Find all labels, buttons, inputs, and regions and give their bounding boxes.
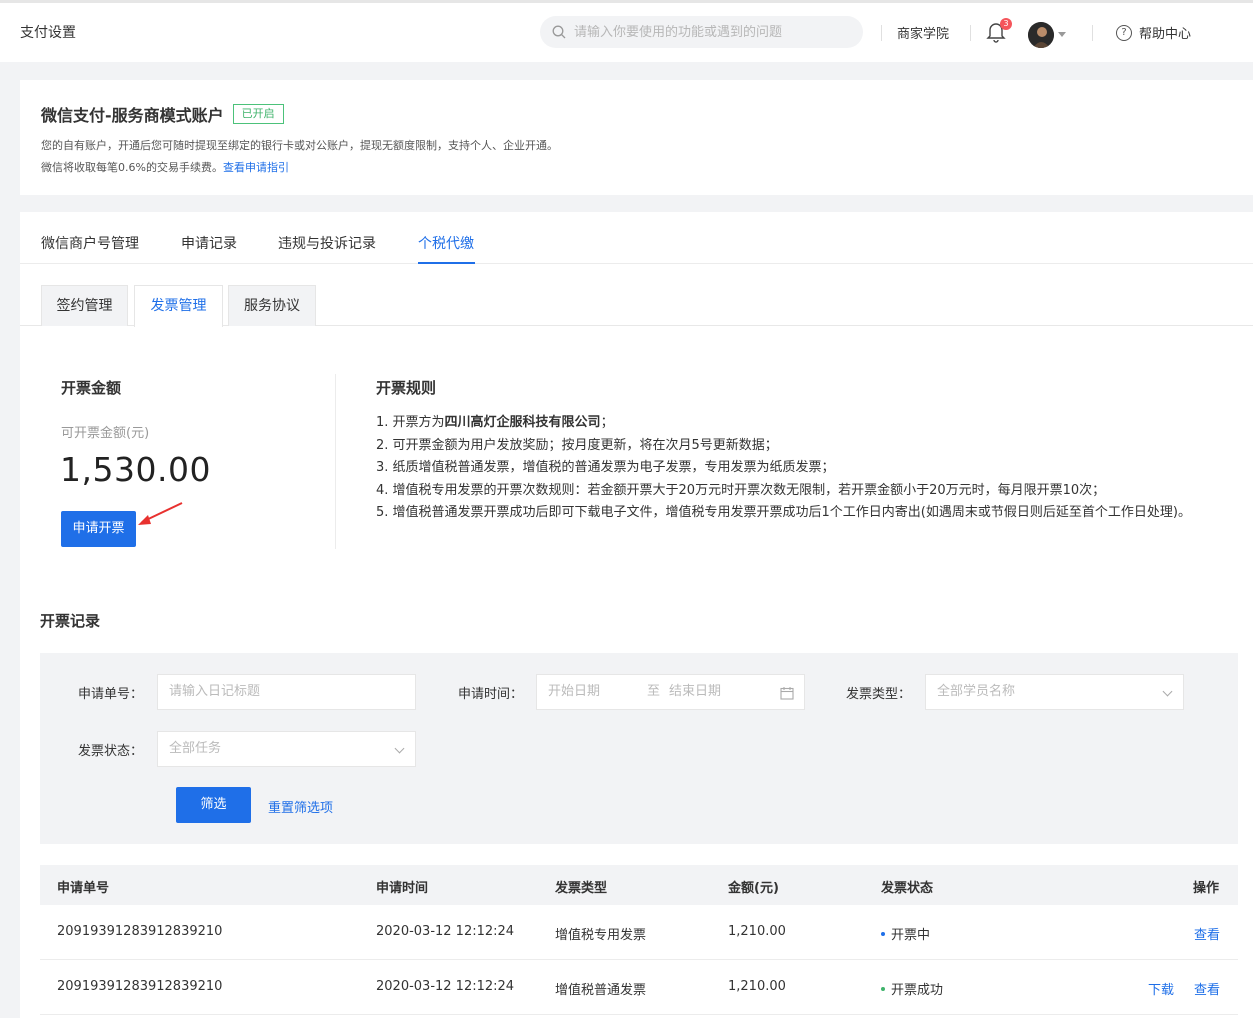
chevron-down-icon [1162, 686, 1173, 697]
search-box[interactable] [540, 16, 863, 48]
chevron-down-icon[interactable] [1058, 32, 1066, 37]
divider [1092, 25, 1093, 41]
amount-label: 可开票金额(元) [61, 426, 150, 441]
search-input[interactable] [574, 24, 844, 40]
account-desc-2: 微信将收取每笔0.6%的交易手续费。查看申请指引 [41, 159, 289, 175]
table-row: 209193912839128392​10 2020-03-12 12:12:2… [40, 905, 1238, 960]
type-select[interactable]: 全部学员名称 [925, 674, 1184, 710]
search-icon [552, 25, 566, 39]
account-title: 微信支付-服务商模式账户 [41, 106, 224, 125]
rules-title: 开票规则 [376, 379, 437, 397]
date-range-picker[interactable]: 开始日期 至 结束日期 [536, 674, 805, 710]
account-card: 微信支付-服务商模式账户 已开启 您的自有账户，开通后您可随时提现至绑定的银行卡… [20, 80, 1253, 195]
status-select-value: 全部任务 [169, 741, 222, 756]
subtab-contract[interactable]: 签约管理 [41, 285, 128, 326]
apply-time: 2020-03-12 12:12:24 [376, 924, 515, 939]
records-title: 开票记录 [40, 612, 101, 630]
range-separator: 至 [647, 684, 661, 699]
rule-item: 2. 可开票金额为用户发放奖励；按月度更新，将在次月5号更新数据； [376, 437, 778, 453]
status-dot [881, 986, 885, 991]
order-label: 申请单号： [78, 687, 144, 702]
status-label: 发票状态： [78, 744, 144, 759]
status-badge: 已开启 [232, 104, 284, 124]
column-header: 申请时间 [376, 881, 429, 896]
rule-item: 5. 增值税普通发票开票成功后即可下载电子文件，增值税专用发票开票成功后1个工作… [376, 505, 1191, 520]
apply-invoice-button[interactable]: 申请开票 [61, 511, 136, 547]
rule-item: 3. 纸质增值税普通发票，增值税的普通发票为电子发票，专用发票为纸质发票； [376, 460, 835, 475]
invoice-type: 增值税普通发票 [555, 983, 647, 998]
column-header: 金额(元) [728, 881, 779, 896]
primary-tabs: 微信商户号管理 申请记录 违规与投诉记录 个税代缴 [20, 212, 1253, 264]
invoice-status: 开票成功 [881, 979, 943, 998]
top-bar: 支付设置 商家学院 3 ? 帮助中心 [0, 0, 1253, 62]
red-arrow-icon [138, 502, 183, 525]
page-title: 支付设置 [20, 25, 76, 41]
column-header: 发票状态 [881, 881, 934, 896]
type-label: 发票类型： [846, 687, 912, 702]
tab-violation-records[interactable]: 违规与投诉记录 [278, 233, 376, 253]
rules-list: 1. 开票方为四川高灯企服科技有限公司； 2. 可开票金额为用户发放奖励；按月度… [376, 412, 1221, 525]
apply-time: 2020-03-12 12:12:24 [376, 979, 515, 994]
main-panel: 微信商户号管理 申请记录 违规与投诉记录 个税代缴 签约管理 发票管理 服务协议… [20, 212, 1253, 1018]
calendar-icon [780, 687, 794, 700]
avatar[interactable] [1028, 22, 1054, 48]
invoice-status: 开票中 [881, 924, 930, 943]
status-dot [881, 931, 885, 936]
guide-link[interactable]: 查看申请指引 [223, 161, 289, 174]
order-id: 209193912839128392​10 [57, 979, 223, 994]
column-header: 操作 [1193, 881, 1220, 896]
rule-item: 1. 开票方为四川高灯企服科技有限公司； [376, 415, 614, 430]
table-header: 申请单号 申请时间 发票类型 金额(元) 发票状态 操作 [40, 865, 1238, 905]
time-label: 申请时间： [458, 687, 524, 702]
chevron-down-icon [394, 743, 405, 754]
subtab-agreement[interactable]: 服务协议 [228, 285, 316, 326]
subtab-invoice[interactable]: 发票管理 [134, 285, 223, 327]
secondary-tabs: 签约管理 发票管理 服务协议 [20, 285, 1253, 327]
amount: 1,210.00 [728, 979, 786, 994]
order-id: 209193912839128392​10 [57, 924, 223, 939]
account-desc-1: 您的自有账户，开通后您可随时提现至绑定的银行卡或对公账户，提现无额度限制，支持个… [41, 139, 558, 152]
status-select[interactable]: 全部任务 [157, 731, 416, 767]
fee-text: 微信将收取每笔0.6%的交易手续费。 [41, 161, 223, 174]
start-date[interactable]: 开始日期 [548, 684, 600, 699]
reset-filter-link[interactable]: 重置筛选项 [268, 797, 333, 816]
active-tab-indicator [418, 262, 475, 264]
divider [881, 25, 882, 41]
rule-item: 4. 增值税专用发票的开票次数规则：若金额开票大于20万元时开票次数无限制，若开… [376, 482, 1106, 498]
divider [335, 374, 336, 549]
view-link[interactable]: 查看 [1194, 924, 1220, 943]
column-header: 申请单号 [57, 881, 110, 896]
question-icon: ? [1116, 24, 1132, 41]
help-center-label: 帮助中心 [1139, 27, 1192, 42]
type-select-value: 全部学员名称 [937, 684, 1016, 699]
amount-value: 1,530.00 [60, 450, 211, 489]
merchant-academy-link[interactable]: 商家学院 [897, 23, 949, 42]
tab-application-records[interactable]: 申请记录 [181, 233, 237, 253]
download-link[interactable]: 下载 [1148, 979, 1174, 998]
help-center-link[interactable]: ? 帮助中心 [1116, 23, 1191, 42]
notification-badge: 3 [1000, 18, 1012, 30]
table-row: 209193912839128392​10 2020-03-12 12:12:2… [40, 960, 1238, 1015]
amount: 1,210.00 [728, 924, 786, 939]
divider [970, 25, 971, 41]
view-link[interactable]: 查看 [1194, 979, 1220, 998]
account-heading: 微信支付-服务商模式账户 已开启 [41, 102, 284, 126]
filter-panel: 申请单号： 请输入日记标题 申请时间： 开始日期 至 结束日期 发票类型： 全部… [40, 653, 1238, 844]
tab-tax-withholding[interactable]: 个税代缴 [418, 233, 474, 253]
amount-title: 开票金额 [61, 379, 122, 397]
filter-button[interactable]: 筛选 [176, 787, 251, 823]
end-date[interactable]: 结束日期 [669, 675, 721, 709]
order-input[interactable]: 请输入日记标题 [157, 674, 416, 710]
column-header: 发票类型 [555, 881, 608, 896]
invoice-type: 增值税专用发票 [555, 928, 647, 943]
tab-merchant-management[interactable]: 微信商户号管理 [41, 233, 139, 253]
